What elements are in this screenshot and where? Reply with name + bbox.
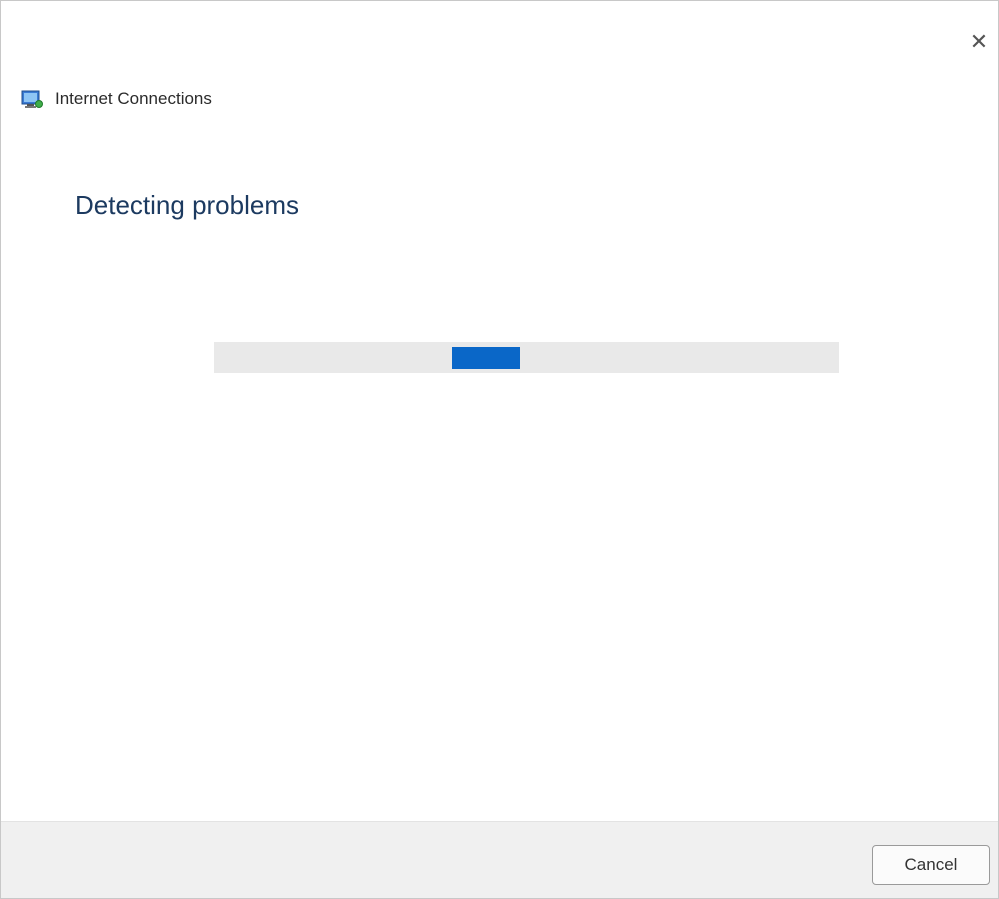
window-title: Internet Connections <box>55 89 212 108</box>
troubleshooter-window: ✕ Internet Connections Detecting problem… <box>0 0 999 899</box>
dialog-footer: Cancel <box>1 821 998 898</box>
progress-bar <box>214 342 839 373</box>
window-title-bar: Internet Connections <box>21 89 212 109</box>
close-button[interactable]: ✕ <box>964 25 994 59</box>
progress-bar-indicator <box>452 347 520 369</box>
network-connections-icon <box>21 89 43 109</box>
close-icon: ✕ <box>969 29 989 54</box>
cancel-button[interactable]: Cancel <box>872 845 990 885</box>
page-heading: Detecting problems <box>75 190 299 220</box>
